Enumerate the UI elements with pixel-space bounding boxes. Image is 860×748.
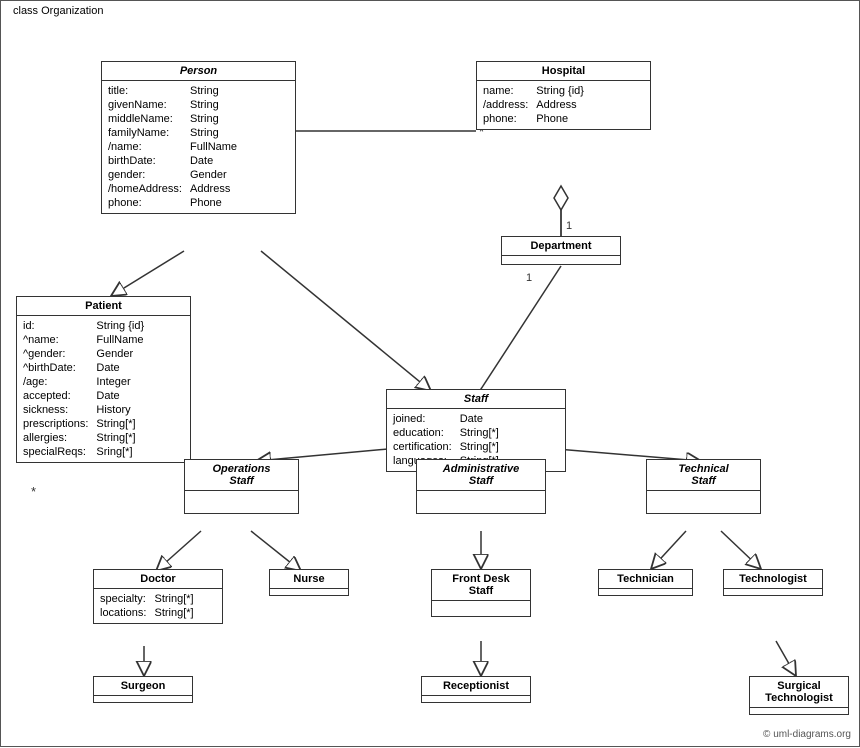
surgeon-class: Surgeon bbox=[93, 676, 193, 703]
technologist-header: Technologist bbox=[724, 570, 822, 589]
surgeon-header: Surgeon bbox=[94, 677, 192, 696]
patient-header: Patient bbox=[17, 297, 190, 316]
person-class: Person title:String givenName:String mid… bbox=[101, 61, 296, 214]
person-header: Person bbox=[102, 62, 295, 81]
technician-class: Technician bbox=[598, 569, 693, 596]
doctor-class: Doctor specialty:String[*] locations:Str… bbox=[93, 569, 223, 624]
staff-header: Staff bbox=[387, 390, 565, 409]
hospital-class: Hospital name:String {id} /address:Addre… bbox=[476, 61, 651, 130]
diagram-title: class Organization bbox=[9, 5, 108, 17]
svg-text:1: 1 bbox=[526, 272, 532, 284]
surgical-technologist-class: SurgicalTechnologist bbox=[749, 676, 849, 715]
nurse-class: Nurse bbox=[269, 569, 349, 596]
front-desk-body bbox=[432, 601, 530, 607]
svg-text:*: * bbox=[31, 484, 36, 499]
technical-staff-body bbox=[647, 491, 760, 497]
diagram-container: class Organization 1 * bbox=[0, 0, 860, 747]
department-class: Department bbox=[501, 236, 621, 265]
hospital-header: Hospital bbox=[477, 62, 650, 81]
technical-staff-header: TechnicalStaff bbox=[647, 460, 760, 491]
technician-header: Technician bbox=[599, 570, 692, 589]
receptionist-body bbox=[422, 696, 530, 702]
doctor-body: specialty:String[*] locations:String[*] bbox=[94, 589, 222, 623]
hospital-body: name:String {id} /address:Address phone:… bbox=[477, 81, 650, 129]
person-body: title:String givenName:String middleName… bbox=[102, 81, 295, 213]
surgeon-body bbox=[94, 696, 192, 702]
technologist-body bbox=[724, 589, 822, 595]
department-body bbox=[502, 256, 620, 264]
patient-body: id:String {id} ^name:FullName ^gender:Ge… bbox=[17, 316, 190, 462]
doctor-header: Doctor bbox=[94, 570, 222, 589]
admin-staff-body bbox=[417, 491, 545, 497]
admin-staff-class: AdministrativeStaff bbox=[416, 459, 546, 514]
svg-text:1: 1 bbox=[566, 220, 572, 232]
surgical-technologist-body bbox=[750, 708, 848, 714]
receptionist-class: Receptionist bbox=[421, 676, 531, 703]
front-desk-header: Front DeskStaff bbox=[432, 570, 530, 601]
nurse-header: Nurse bbox=[270, 570, 348, 589]
operations-staff-header: OperationsStaff bbox=[185, 460, 298, 491]
copyright: © uml-diagrams.org bbox=[763, 729, 851, 740]
technical-staff-class: TechnicalStaff bbox=[646, 459, 761, 514]
patient-class: Patient id:String {id} ^name:FullName ^g… bbox=[16, 296, 191, 463]
admin-staff-header: AdministrativeStaff bbox=[417, 460, 545, 491]
operations-staff-body bbox=[185, 491, 298, 497]
surgical-technologist-header: SurgicalTechnologist bbox=[750, 677, 848, 708]
front-desk-class: Front DeskStaff bbox=[431, 569, 531, 617]
department-header: Department bbox=[502, 237, 620, 256]
nurse-body bbox=[270, 589, 348, 595]
receptionist-header: Receptionist bbox=[422, 677, 530, 696]
technologist-class: Technologist bbox=[723, 569, 823, 596]
operations-staff-class: OperationsStaff bbox=[184, 459, 299, 514]
technician-body bbox=[599, 589, 692, 595]
